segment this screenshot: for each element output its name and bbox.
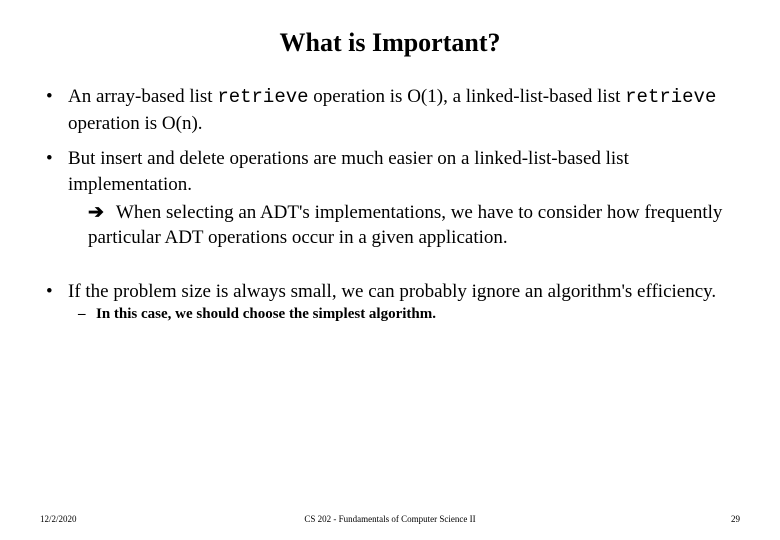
spacer [40, 261, 740, 279]
text: If the problem size is always small, we … [68, 281, 716, 302]
text: operation is O(n). [68, 113, 203, 134]
footer-course: CS 202 - Fundamentals of Computer Scienc… [304, 514, 475, 524]
code: retrieve [217, 86, 308, 108]
sub-bullet: In this case, we should choose the simpl… [68, 304, 740, 324]
code: retrieve [625, 86, 716, 108]
slide-title: What is Important? [40, 28, 740, 58]
arrow-right-icon: ➔ [88, 200, 104, 226]
bullet-1: An array-based list retrieve operation i… [40, 84, 740, 136]
arrow-line: ➔When selecting an ADT's implementations… [68, 200, 740, 251]
bullet-2: But insert and delete operations are muc… [40, 146, 740, 251]
footer: 12/2/2020 CS 202 - Fundamentals of Compu… [40, 514, 740, 524]
text: operation is O(1), a linked-list-based l… [309, 86, 626, 107]
bullet-3: If the problem size is always small, we … [40, 279, 740, 325]
bullet-list-2: If the problem size is always small, we … [40, 279, 740, 325]
text: An array-based list [68, 86, 217, 107]
bullet-list: An array-based list retrieve operation i… [40, 84, 740, 251]
slide: What is Important? An array-based list r… [0, 0, 780, 540]
slide-content: An array-based list retrieve operation i… [40, 84, 740, 325]
text: When selecting an ADT's implementations,… [88, 202, 722, 249]
footer-date: 12/2/2020 [40, 514, 77, 524]
text: But insert and delete operations are muc… [68, 148, 629, 195]
footer-page: 29 [731, 514, 740, 524]
